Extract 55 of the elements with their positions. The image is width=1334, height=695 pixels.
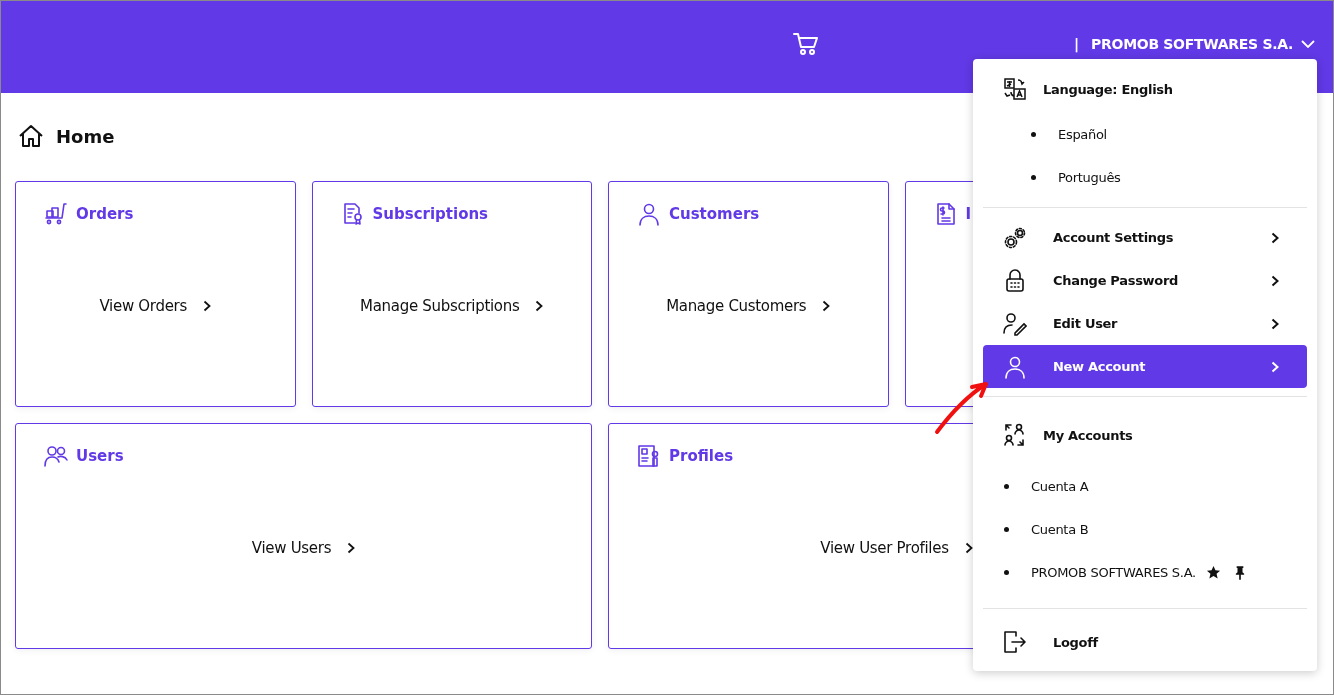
person-icon [637,202,661,226]
my-accounts-label: My Accounts [1043,427,1133,443]
language-option[interactable]: Português [1058,170,1121,185]
profile-icon [637,444,661,468]
card-link[interactable]: View Orders [99,297,187,315]
bullet-icon [1004,484,1009,489]
page-title: Home [56,125,115,147]
company-menu-button[interactable]: PROMOB SOFTWARES S.A. [1091,36,1293,52]
card-link[interactable]: Manage Customers [666,297,807,315]
menu-item[interactable]: Change Password [983,259,1307,302]
cart-icon [44,202,68,226]
chevron-right-icon[interactable] [964,542,973,554]
cart-icon[interactable] [793,32,819,56]
logoff-menu-item[interactable]: Logoff [983,617,1307,667]
home-icon[interactable] [18,124,44,148]
account-option[interactable]: Cuenta B [1031,522,1089,537]
card-title: Orders [76,205,134,223]
chevron-right-icon[interactable] [535,300,544,312]
card-title: Subscriptions [372,205,489,223]
language-option[interactable]: Español [1058,127,1107,142]
logout-icon [1003,630,1027,654]
card-title: Customers [669,205,760,223]
card-link[interactable]: Manage Subscriptions [360,297,520,315]
bullet-icon [1031,132,1036,137]
chevron-right-icon[interactable] [347,542,356,554]
users-icon [44,444,68,468]
bullet-icon [1004,570,1009,575]
chevron-right-icon [1271,274,1279,287]
language-label: Language: English [1043,81,1173,97]
bullet-icon [1031,175,1036,180]
translate-icon [1003,77,1027,101]
card-title: I [965,205,972,223]
card-title: Users [76,447,124,465]
menu-item[interactable]: New Account [983,345,1307,388]
chevron-down-icon[interactable] [1301,40,1315,48]
chevron-right-icon [1271,317,1279,330]
account-option[interactable]: PROMOB SOFTWARES S.A. [1031,565,1196,580]
lock-icon [1003,268,1027,293]
separator: | [1074,36,1080,52]
chevron-right-icon [1271,360,1279,373]
card-link[interactable]: View Users [251,539,332,557]
annotation-arrow [934,380,990,436]
menu-item[interactable]: Account Settings [983,216,1307,259]
bullet-icon [1004,527,1009,532]
chevron-right-icon [1271,231,1279,244]
user-edit-icon [1003,311,1027,336]
chevron-right-icon[interactable] [822,300,831,312]
account-option[interactable]: Cuenta A [1031,479,1089,494]
person-icon [1003,354,1027,379]
switch-accounts-icon [1003,423,1027,447]
gears-icon [1003,225,1027,250]
chevron-right-icon[interactable] [203,300,211,312]
card-title: Profiles [669,447,734,465]
menu-item[interactable]: Edit User [983,302,1307,345]
card-link[interactable]: View User Profiles [820,539,949,557]
